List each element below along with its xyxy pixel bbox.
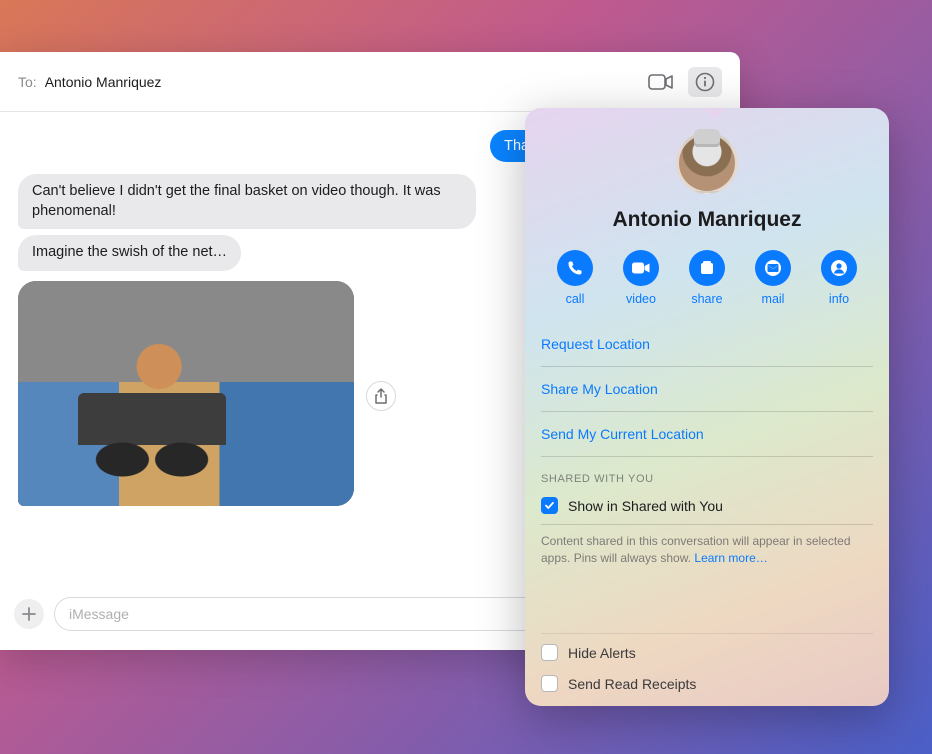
- shared-hint: Content shared in this conversation will…: [541, 525, 873, 567]
- hide-alerts-label: Hide Alerts: [568, 645, 636, 661]
- video-button[interactable]: video: [613, 250, 669, 306]
- video-icon: [623, 250, 659, 286]
- hide-alerts-checkbox[interactable]: [541, 644, 558, 661]
- show-in-shared-row: Show in Shared with You: [541, 485, 873, 525]
- send-read-receipts-checkbox[interactable]: [541, 675, 558, 692]
- facetime-video-button[interactable]: [644, 67, 678, 97]
- incoming-message[interactable]: Imagine the swish of the net…: [18, 235, 241, 271]
- send-read-receipts-row: Send Read Receipts: [541, 671, 873, 702]
- details-info-button[interactable]: [688, 67, 722, 97]
- contact-avatar[interactable]: [676, 132, 738, 194]
- share-my-location-link[interactable]: Share My Location: [541, 367, 873, 412]
- mail-icon: [755, 250, 791, 286]
- contact-avatar-wrap: [525, 132, 889, 194]
- mail-button[interactable]: mail: [745, 250, 801, 306]
- shared-with-you-header: Shared with You: [541, 473, 873, 485]
- contact-name: Antonio Manriquez: [525, 208, 889, 232]
- share-button[interactable]: share: [679, 250, 735, 306]
- hide-alerts-row: Hide Alerts: [541, 633, 873, 671]
- share-icon: [689, 250, 725, 286]
- share-label: share: [691, 292, 722, 306]
- info-action-button[interactable]: info: [811, 250, 867, 306]
- to-recipient[interactable]: Antonio Manriquez: [45, 74, 636, 90]
- phone-icon: [557, 250, 593, 286]
- show-in-shared-label: Show in Shared with You: [568, 498, 723, 514]
- show-in-shared-checkbox[interactable]: [541, 497, 558, 514]
- location-links-section: Request Location Share My Location Send …: [525, 322, 889, 567]
- call-label: call: [566, 292, 585, 306]
- basketball-photo-placeholder: [18, 281, 354, 506]
- info-label: info: [829, 292, 849, 306]
- call-button[interactable]: call: [547, 250, 603, 306]
- alerts-section: Hide Alerts Send Read Receipts: [525, 633, 889, 706]
- incoming-image-attachment[interactable]: [18, 281, 354, 506]
- apps-plus-button[interactable]: [14, 599, 44, 629]
- incoming-message[interactable]: Can't believe I didn't get the final bas…: [18, 174, 476, 229]
- contact-actions-row: call video share mail info: [525, 232, 889, 322]
- video-label: video: [626, 292, 656, 306]
- conversation-header: To: Antonio Manriquez: [0, 52, 740, 112]
- to-label: To:: [18, 74, 37, 90]
- header-actions: [644, 67, 722, 97]
- learn-more-link[interactable]: Learn more…: [694, 551, 767, 565]
- request-location-link[interactable]: Request Location: [541, 322, 873, 367]
- send-current-location-link[interactable]: Send My Current Location: [541, 412, 873, 457]
- mail-label: mail: [762, 292, 785, 306]
- details-popover: Antonio Manriquez call video share mail: [525, 108, 889, 706]
- attachment-share-button[interactable]: [366, 381, 396, 411]
- contact-card-icon: [821, 250, 857, 286]
- send-read-receipts-label: Send Read Receipts: [568, 676, 696, 692]
